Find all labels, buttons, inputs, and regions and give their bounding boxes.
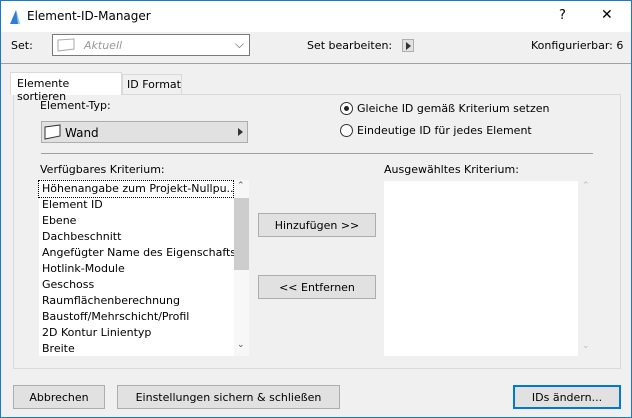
- element-type-label: Element-Typ:: [40, 99, 111, 112]
- radio-same-id[interactable]: [340, 102, 353, 115]
- criterion-item[interactable]: Geschoss: [39, 277, 233, 293]
- criterion-item[interactable]: 2D Kontur Linientyp: [39, 325, 233, 341]
- remove-button[interactable]: << Entfernen: [258, 275, 376, 299]
- scrollbar[interactable]: ⌃ ⌄: [234, 180, 249, 356]
- set-edit-label: Set bearbeiten:: [307, 39, 393, 52]
- criterion-item[interactable]: Element ID: [39, 197, 233, 213]
- title-bar: Element-ID-Manager ? ✕: [1, 1, 631, 32]
- available-label: Verfügbares Kriterium:: [40, 163, 165, 176]
- set-value: Aktuell: [84, 39, 123, 52]
- selected-label: Ausgewähltes Kriterium:: [384, 163, 519, 176]
- scroll-down-icon[interactable]: ⌄: [237, 340, 245, 350]
- wall-icon: [44, 124, 61, 140]
- available-criteria-list[interactable]: Höhenangabe zum Projekt-Nullpu... Element…: [38, 180, 249, 357]
- scroll-down-icon: ⌄: [582, 341, 590, 351]
- scroll-up-icon: ⌃: [582, 181, 590, 191]
- scrollbar-thumb[interactable]: [234, 198, 249, 270]
- tab-id-format[interactable]: ID Format: [122, 74, 182, 94]
- selected-criteria-list[interactable]: [384, 181, 578, 356]
- divider: [41, 153, 593, 154]
- wall-icon: [57, 38, 75, 52]
- criterion-item[interactable]: Baustoff/Mehrschicht/Profil: [39, 309, 233, 325]
- set-edit-button[interactable]: [402, 39, 414, 52]
- close-button[interactable]: ✕: [601, 7, 613, 23]
- window-title: Element-ID-Manager: [27, 9, 151, 23]
- app-logo-icon: [10, 10, 20, 24]
- criterion-item[interactable]: Ebene: [39, 213, 233, 229]
- radio-unique-id[interactable]: [340, 124, 353, 137]
- criterion-item[interactable]: Dachbeschnitt: [39, 229, 233, 245]
- triangle-right-icon: [238, 128, 243, 136]
- dialog-window: Element-ID-Manager ? ✕ Set: Aktuell ⌵ Se…: [0, 0, 632, 418]
- element-type-value: Wand: [65, 126, 99, 140]
- divider: [1, 63, 631, 64]
- set-dropdown[interactable]: Aktuell ⌵: [52, 34, 250, 56]
- cancel-button[interactable]: Abbrechen: [13, 385, 105, 409]
- add-button[interactable]: Hinzufügen >>: [258, 213, 376, 237]
- set-label: Set:: [11, 39, 33, 52]
- help-button[interactable]: ?: [559, 8, 566, 23]
- configurable-count: Konfigurierbar: 6: [531, 39, 624, 52]
- radio-unique-id-label: Eindeutige ID für jedes Element: [357, 124, 532, 137]
- tab-elemente-sortieren[interactable]: Elemente sortieren: [10, 72, 122, 103]
- criterion-item[interactable]: Hotlink-Module: [39, 261, 233, 277]
- criterion-item[interactable]: Höhenangabe zum Projekt-Nullpu...: [38, 180, 237, 198]
- change-ids-button[interactable]: IDs ändern...: [513, 385, 621, 409]
- element-type-dropdown[interactable]: Wand: [41, 121, 248, 143]
- tab-label: ID Format: [127, 78, 181, 91]
- chevron-down-icon: ⌵: [234, 37, 244, 51]
- criterion-item[interactable]: Angefügter Name des Eigenschafts...: [39, 245, 247, 261]
- criterion-item[interactable]: Breite: [39, 341, 233, 357]
- scroll-up-icon[interactable]: ⌃: [237, 181, 245, 191]
- save-close-button[interactable]: Einstellungen sichern & schließen: [117, 385, 340, 409]
- radio-same-id-label: Gleiche ID gemäß Kriterium setzen: [357, 102, 550, 115]
- triangle-right-icon: [406, 42, 411, 50]
- criterion-item[interactable]: Raumflächenberechnung: [39, 293, 233, 309]
